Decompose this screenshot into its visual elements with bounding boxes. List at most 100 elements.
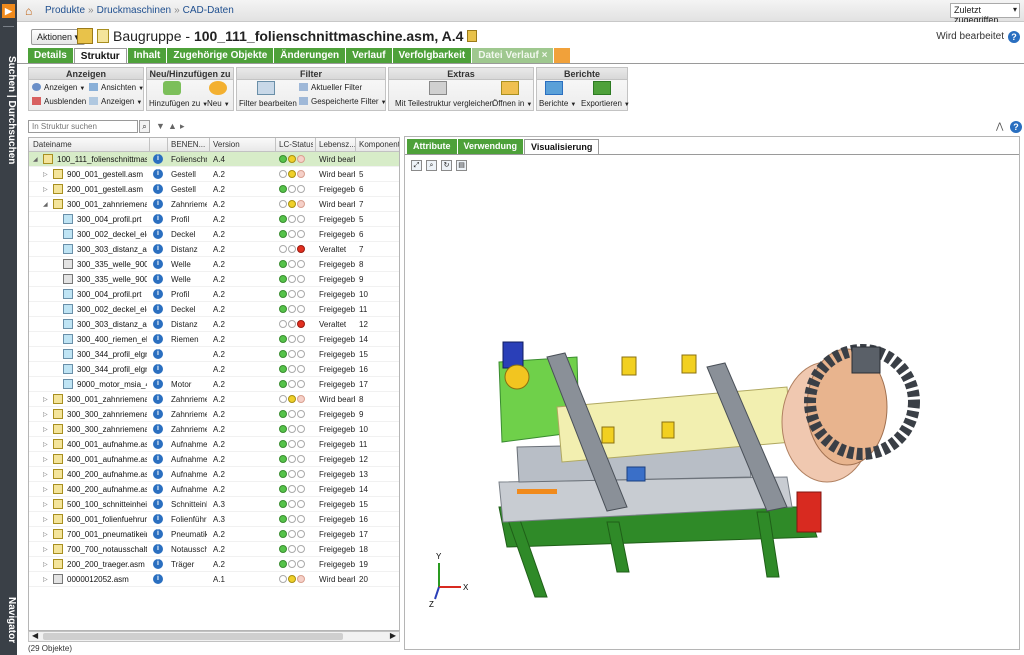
oeffnen-in-button[interactable]: Öffnen in ▼ [492, 99, 532, 108]
expand-toggle-icon[interactable]: ▷ [43, 441, 51, 448]
scroll-left-icon[interactable]: ◀ [32, 631, 38, 640]
rotate-icon[interactable]: ↻ [441, 160, 452, 171]
search-icon[interactable]: ⌕ [139, 120, 150, 133]
info-icon[interactable]: i [153, 439, 163, 449]
collapse-up-icon[interactable]: ▲ [168, 121, 177, 131]
column-header-benennung[interactable]: BENEN... [171, 140, 207, 149]
info-icon[interactable]: i [153, 364, 163, 374]
info-icon[interactable]: i [153, 154, 163, 164]
tab-inhalt[interactable]: Inhalt [127, 48, 167, 64]
table-row[interactable]: ▷ 200_001_gestell.asm i Gestell A.2 Freigegeb… [29, 182, 399, 197]
ansichten-button[interactable]: Ansichten ▼ [89, 83, 144, 92]
navigator-panel-toggle[interactable]: Navigator [0, 590, 17, 650]
expand-toggle-icon[interactable]: ▷ [43, 516, 51, 523]
tab-aenderungen[interactable]: Änderungen [274, 48, 346, 64]
column-header-lebenszyklus[interactable]: Lebensz... [319, 140, 355, 149]
table-row[interactable]: ◢ 300_001_zahnriemenachse.asm i Zahnriemena… [29, 197, 399, 212]
file-name[interactable]: 300_335_welle_900.prt [77, 275, 147, 284]
table-row[interactable]: ▷ 700_001_pneumatikeinheit.asm i Pneumatike… [29, 527, 399, 542]
file-name[interactable]: 300_004_profil.prt [77, 215, 147, 224]
expand-toggle-icon[interactable]: ▷ [43, 456, 51, 463]
info-icon[interactable]: i [153, 334, 163, 344]
column-header-version[interactable]: Version [213, 140, 273, 149]
file-name[interactable]: 600_001_folienfuehrung.asm [67, 515, 147, 524]
table-row[interactable]: ▷ 300_300_zahnriemenachse.asm i Zahnriemena… [29, 407, 399, 422]
expand-toggle-icon[interactable]: ▷ [43, 546, 51, 553]
info-icon[interactable]: i [153, 229, 163, 239]
column-header-lc-status[interactable]: LC-Status [279, 140, 313, 149]
file-name[interactable]: 300_004_profil.prt [77, 290, 147, 299]
ausblenden-button[interactable]: Ausblenden [32, 97, 86, 106]
info-icon[interactable]: i [153, 214, 163, 224]
info-icon[interactable]: i [153, 379, 163, 389]
breadcrumb-cad-daten[interactable]: CAD-Daten [183, 5, 234, 16]
aktueller-filter-button[interactable]: Aktueller Filter [299, 83, 362, 92]
table-row[interactable]: 300_303_distanz_av_elgr55.prt i Distanz A.2… [29, 242, 399, 257]
file-name[interactable]: 300_344_profil_elgr55.prt [77, 350, 147, 359]
table-row[interactable]: 300_004_profil.prt i Profil A.2 Freigegeben 1… [29, 287, 399, 302]
breadcrumb-druckmaschinen[interactable]: Druckmaschinen [97, 5, 171, 16]
file-name[interactable]: 700_001_pneumatikeinheit.asm [67, 530, 147, 539]
anzeigen-button[interactable]: Anzeigen ▼ [32, 83, 85, 92]
info-icon[interactable]: i [153, 469, 163, 479]
table-row[interactable]: 300_335_welle_900.prt i Welle A.2 Freigegebe… [29, 272, 399, 287]
file-name[interactable]: 300_300_zahnriemenachse.asm [67, 410, 147, 419]
expand-toggle-icon[interactable]: ▷ [43, 186, 51, 193]
column-divider[interactable] [149, 138, 150, 152]
column-divider[interactable] [275, 138, 276, 152]
tab-verlauf[interactable]: Verlauf [346, 48, 392, 64]
file-name[interactable]: 300_303_distanz_av_elgr55.prt [77, 320, 147, 329]
info-icon[interactable]: i [153, 394, 163, 404]
info-icon[interactable]: i [153, 409, 163, 419]
table-row[interactable]: ◢ 100_111_folienschnittmaschine.asm i Folie… [29, 152, 399, 167]
file-name[interactable]: 100_111_folienschnittmaschine.asm [57, 155, 147, 164]
anzeigen-menu-button[interactable]: Anzeigen ▼ [89, 97, 142, 106]
table-row[interactable]: ▷ 400_200_aufnahme.asm i Aufnahme A.2 Freigeg… [29, 467, 399, 482]
breadcrumb-produkte[interactable]: Produkte [45, 5, 85, 16]
expand-icon[interactable]: ▸ [180, 121, 185, 132]
file-name[interactable]: 400_001_aufnahme.asm [67, 440, 147, 449]
expand-toggle-icon[interactable]: ▷ [43, 531, 51, 538]
table-row[interactable]: ▷ 400_001_aufnahme.asm i Aufnahme A.2 Freigeg… [29, 452, 399, 467]
file-name[interactable]: 9000_motor_msia_42r.prt [77, 380, 147, 389]
info-icon[interactable]: i [153, 304, 163, 314]
table-row[interactable]: ▷ 300_001_zahnriemenachse.asm i Zahnriemena… [29, 392, 399, 407]
expand-toggle-icon[interactable]: ◢ [33, 156, 41, 163]
scrollbar-thumb[interactable] [43, 633, 343, 640]
tab-verwendung[interactable]: Verwendung [457, 139, 524, 154]
file-name[interactable]: 300_335_welle_900.prt [77, 260, 147, 269]
document-icon[interactable] [467, 30, 478, 42]
neu-button[interactable]: Neu ▼ [207, 99, 230, 108]
search-panel-toggle[interactable]: Suchen | Durchsuchen [0, 40, 17, 180]
column-divider[interactable] [209, 138, 210, 152]
expand-toggle-icon[interactable]: ▷ [43, 561, 51, 568]
table-row[interactable]: 300_344_profil_elgr55.prt i A.2 Freigegeben… [29, 347, 399, 362]
info-icon[interactable]: i [153, 259, 163, 269]
info-icon[interactable]: i [153, 199, 163, 209]
file-name[interactable]: 700_700_notausschalter.asm [67, 545, 147, 554]
expand-toggle-icon[interactable]: ◢ [43, 201, 51, 208]
table-row[interactable]: 9000_motor_msia_42r.prt i Motor A.2 Freigege… [29, 377, 399, 392]
table-row[interactable]: 300_303_distanz_av_elgr55.prt i Distanz A.2… [29, 317, 399, 332]
file-name[interactable]: 300_400_riemen_elgr55.prt [77, 335, 147, 344]
table-row[interactable]: 300_335_welle_900.prt i Welle A.2 Freigegebe… [29, 257, 399, 272]
recent-dropdown[interactable]: Zuletzt zugegriffen ▾ [950, 3, 1020, 25]
table-row[interactable]: 300_004_profil.prt i Profil A.2 Freigegeben 5 [29, 212, 399, 227]
vergleichen-button[interactable]: Mit Teilestruktur vergleichen [395, 99, 494, 108]
table-row[interactable]: 300_400_riemen_elgr55.prt i Riemen A.2 Freig… [29, 332, 399, 347]
column-header-komponente[interactable]: Komponent... [359, 140, 399, 149]
table-row[interactable]: ▷ 300_300_zahnriemenachse.asm i Zahnriemena… [29, 422, 399, 437]
expand-toggle-icon[interactable]: ▷ [43, 471, 51, 478]
table-row[interactable]: ▷ 500_100_schnitteinheit.asm i Schnitteinhe… [29, 497, 399, 512]
info-icon[interactable]: i [153, 559, 163, 569]
help-icon[interactable]: ? [1008, 31, 1020, 43]
info-icon[interactable]: i [153, 544, 163, 554]
info-icon[interactable]: i [153, 424, 163, 434]
file-name[interactable]: 300_001_zahnriemenachse.asm [67, 200, 147, 209]
app-logo-icon[interactable]: ▶ [2, 4, 15, 18]
hinzufuegen-button[interactable]: Hinzufügen zu ▼ [149, 99, 208, 108]
file-name[interactable]: 200_001_gestell.asm [67, 185, 147, 194]
tab-visualisierung[interactable]: Visualisierung [524, 139, 600, 154]
tab-datei-verlauf[interactable]: Datei Verlauf × [472, 48, 554, 64]
info-icon[interactable]: i [153, 319, 163, 329]
